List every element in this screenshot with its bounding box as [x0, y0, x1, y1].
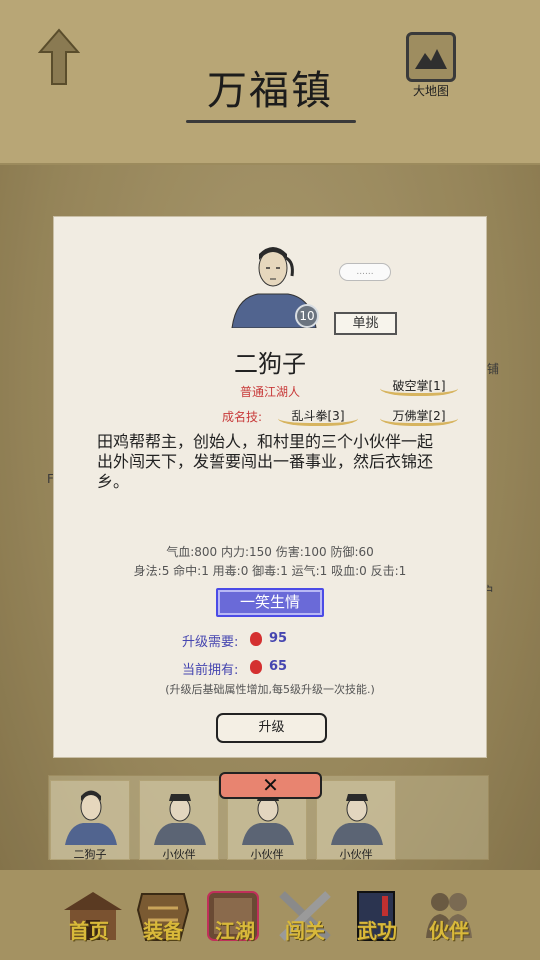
nav-label-partners: 伙伴 [429, 919, 469, 943]
upgrade-button[interactable]: 升级 [216, 713, 327, 743]
speech-bubble: ...... [339, 263, 391, 281]
fame-skill-2[interactable]: 乱斗拳[3] [278, 407, 358, 426]
nav-label-jianghu: 江湖 [215, 919, 255, 943]
gourd-icon [250, 660, 262, 674]
nav-label-equipment: 装备 [143, 919, 183, 943]
nav-label-stages: 闯关 [285, 919, 325, 943]
stats-line-1: 气血:800 内力:150 伤害:100 防御:60 [166, 545, 374, 559]
close-button[interactable]: ✕ [219, 772, 322, 799]
fame-skill-3[interactable]: 万佛掌[2] [380, 407, 458, 426]
level-badge: 10 [295, 304, 319, 328]
upgrade-need-value: 95 [269, 631, 288, 646]
current-have-value: 65 [269, 659, 288, 674]
gourd-icon [250, 632, 262, 646]
fame-skill-label: 成名技: [222, 410, 263, 424]
character-name: 二狗子 [234, 350, 306, 378]
stats-line-2: 身法:5 命中:1 用毒:0 御毒:1 运气:1 吸血:0 反击:1 [133, 564, 407, 578]
partner-avatar [154, 794, 206, 845]
fame-skill-1[interactable]: 破空掌[1] [380, 377, 458, 396]
partner-name: 小伙伴 [339, 848, 373, 861]
upgrade-need-label: 升级需要: [182, 635, 239, 650]
upgrade-note: (升级后基础属性增加,每5级升级一次技能.) [165, 683, 375, 696]
map-label: 大地图 [412, 84, 449, 98]
nav-label-home: 首页 [69, 919, 109, 943]
character-rank: 普通江湖人 [239, 385, 300, 399]
mountain-icon [415, 49, 447, 69]
nav-label-martial-arts: 武功 [357, 919, 397, 943]
map-button[interactable] [406, 32, 456, 82]
partner-name: 小伙伴 [250, 848, 284, 861]
partner-name: 二狗子 [73, 848, 107, 861]
partner-avatar [65, 790, 117, 845]
partner-avatar [331, 794, 383, 845]
current-have-label: 当前拥有: [182, 663, 239, 678]
title-underline [186, 120, 356, 123]
special-skill-button[interactable]: 一笑生情 [216, 588, 324, 617]
character-description: 田鸡帮帮主，创始人，和村里的三个小伙伴一起出外闯天下，发誓要闯出一番事业，然后衣… [97, 432, 434, 491]
close-x-icon: ✕ [262, 773, 279, 797]
partner-name: 小伙伴 [162, 848, 196, 861]
duel-button[interactable]: 单挑 [334, 312, 397, 335]
